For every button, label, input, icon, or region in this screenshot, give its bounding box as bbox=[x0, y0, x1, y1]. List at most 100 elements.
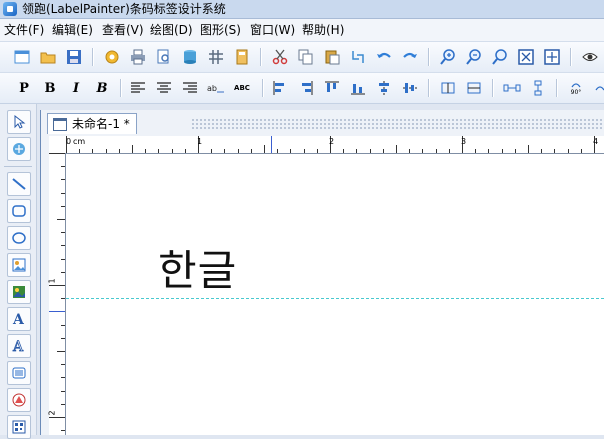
letter-spacing-button[interactable]: ab bbox=[206, 78, 226, 98]
align-left-button[interactable] bbox=[128, 78, 148, 98]
font-case-button[interactable]: ABC bbox=[232, 78, 252, 98]
new-button[interactable] bbox=[12, 47, 32, 67]
print-preview-button[interactable] bbox=[154, 47, 174, 67]
outline-text-tool-button[interactable]: A bbox=[7, 334, 31, 358]
cut-button[interactable] bbox=[270, 47, 290, 67]
picture-tool-button[interactable] bbox=[7, 280, 31, 304]
select-arrow-icon bbox=[14, 115, 26, 129]
text-tool-button[interactable]: A bbox=[7, 307, 31, 331]
center-horizontal-button[interactable] bbox=[374, 78, 394, 98]
align-right-icon bbox=[183, 82, 197, 93]
rotate-180-icon bbox=[595, 86, 604, 91]
zoom-in-button[interactable] bbox=[438, 47, 458, 67]
horizontal-cursor-marker bbox=[271, 136, 272, 153]
eye-icon bbox=[582, 53, 598, 61]
zoom-out-button[interactable] bbox=[464, 47, 484, 67]
bold-button[interactable]: B bbox=[40, 78, 60, 98]
hruler-label-4: 4 bbox=[593, 137, 599, 146]
open-button[interactable] bbox=[38, 47, 58, 67]
distribute-vertical-button[interactable] bbox=[528, 78, 548, 98]
menu-edit[interactable]: 编辑(E) bbox=[52, 22, 93, 38]
barcode-tool-button[interactable] bbox=[7, 361, 31, 385]
redo-button[interactable] bbox=[400, 47, 420, 67]
image-icon bbox=[12, 258, 26, 272]
same-height-button[interactable] bbox=[464, 78, 484, 98]
print-button[interactable] bbox=[128, 47, 148, 67]
italic-button[interactable]: I bbox=[66, 78, 86, 98]
image-tool-button[interactable] bbox=[7, 253, 31, 277]
menu-bar: 文件(F) 编辑(E) 查看(V) 绘图(D) 图形(S) 窗口(W) 帮助(H… bbox=[0, 19, 604, 41]
align-right-button[interactable] bbox=[180, 78, 200, 98]
qrcode-tool-button[interactable] bbox=[7, 415, 31, 439]
rotate-90-label: 90° bbox=[570, 88, 582, 96]
vertical-ruler[interactable]: 1 2 bbox=[47, 153, 66, 435]
document-icon bbox=[53, 118, 67, 131]
rectangle-tool-button[interactable] bbox=[7, 199, 31, 223]
database-button[interactable] bbox=[180, 47, 200, 67]
align-objects-left-icon bbox=[273, 81, 284, 95]
menu-view[interactable]: 查看(V) bbox=[102, 22, 144, 38]
fit-width-button[interactable] bbox=[542, 47, 562, 67]
letter-spacing-icon: ab bbox=[207, 84, 224, 93]
align-objects-top-button[interactable] bbox=[322, 78, 342, 98]
align-objects-right-icon bbox=[302, 81, 313, 95]
paste-button[interactable] bbox=[322, 47, 342, 67]
ellipse-tool-button[interactable] bbox=[7, 226, 31, 250]
select-tool-button[interactable] bbox=[7, 110, 31, 134]
grid-button[interactable] bbox=[206, 47, 226, 67]
menu-file[interactable]: 文件(F) bbox=[4, 22, 44, 38]
print-icon bbox=[131, 49, 145, 65]
menu-shape[interactable]: 图形(S) bbox=[200, 22, 241, 38]
fit-width-icon bbox=[544, 49, 560, 65]
vertical-ruler-ticks bbox=[49, 153, 65, 431]
align-objects-bottom-button[interactable] bbox=[348, 78, 368, 98]
plain-text-button[interactable]: P bbox=[14, 78, 34, 98]
align-objects-right-button[interactable] bbox=[296, 78, 316, 98]
hruler-label-2: 2 bbox=[329, 137, 335, 146]
paste-icon bbox=[325, 50, 340, 65]
pan-tool-button[interactable] bbox=[7, 137, 31, 161]
rotate-90-button[interactable]: 90° bbox=[566, 78, 586, 98]
menu-window[interactable]: 窗口(W) bbox=[250, 22, 295, 38]
shape-icon bbox=[12, 393, 26, 407]
align-center-button[interactable] bbox=[154, 78, 174, 98]
shape-tool-button[interactable] bbox=[7, 388, 31, 412]
zoom-actual-button[interactable] bbox=[490, 47, 510, 67]
undo-icon bbox=[377, 52, 391, 58]
menu-help[interactable]: 帮助(H) bbox=[302, 22, 344, 38]
fit-page-button[interactable] bbox=[516, 47, 536, 67]
same-width-icon bbox=[441, 82, 455, 94]
settings-icon bbox=[105, 50, 119, 64]
vruler-label-2: 2 bbox=[47, 410, 57, 416]
preview-button[interactable] bbox=[580, 47, 600, 67]
grid-icon bbox=[209, 50, 223, 64]
menu-draw[interactable]: 绘图(D) bbox=[150, 22, 193, 38]
center-vertical-button[interactable] bbox=[400, 78, 420, 98]
label-canvas[interactable] bbox=[66, 154, 604, 435]
rotate-180-button[interactable] bbox=[590, 78, 604, 98]
zoom-actual-icon bbox=[492, 49, 507, 65]
align-objects-top-icon bbox=[325, 81, 339, 92]
copy-button[interactable] bbox=[296, 47, 316, 67]
canvas-text-object[interactable]: 한글 bbox=[158, 246, 237, 296]
align-objects-left-button[interactable] bbox=[270, 78, 290, 98]
distribute-horizontal-button[interactable] bbox=[502, 78, 522, 98]
document-tab[interactable]: 未命名-1 * bbox=[47, 113, 137, 134]
align-objects-bottom-icon bbox=[351, 84, 365, 95]
center-horizontal-icon bbox=[379, 81, 389, 95]
save-button[interactable] bbox=[64, 47, 84, 67]
bold-italic-button[interactable]: B bbox=[92, 78, 112, 98]
align-left-icon bbox=[131, 82, 145, 93]
open-icon bbox=[40, 52, 56, 64]
replace-button[interactable] bbox=[348, 47, 368, 67]
line-tool-button[interactable] bbox=[7, 172, 31, 196]
horizontal-ruler[interactable]: 0 cm 1 2 3 4 bbox=[66, 136, 604, 154]
undo-button[interactable] bbox=[374, 47, 394, 67]
distribute-vertical-icon bbox=[534, 80, 542, 96]
settings-button[interactable] bbox=[102, 47, 122, 67]
barcode-icon bbox=[12, 367, 26, 379]
app-logo-icon bbox=[3, 2, 17, 16]
same-width-button[interactable] bbox=[438, 78, 458, 98]
calculator-button[interactable] bbox=[232, 47, 252, 67]
drawing-toolbox: A A bbox=[0, 104, 37, 439]
